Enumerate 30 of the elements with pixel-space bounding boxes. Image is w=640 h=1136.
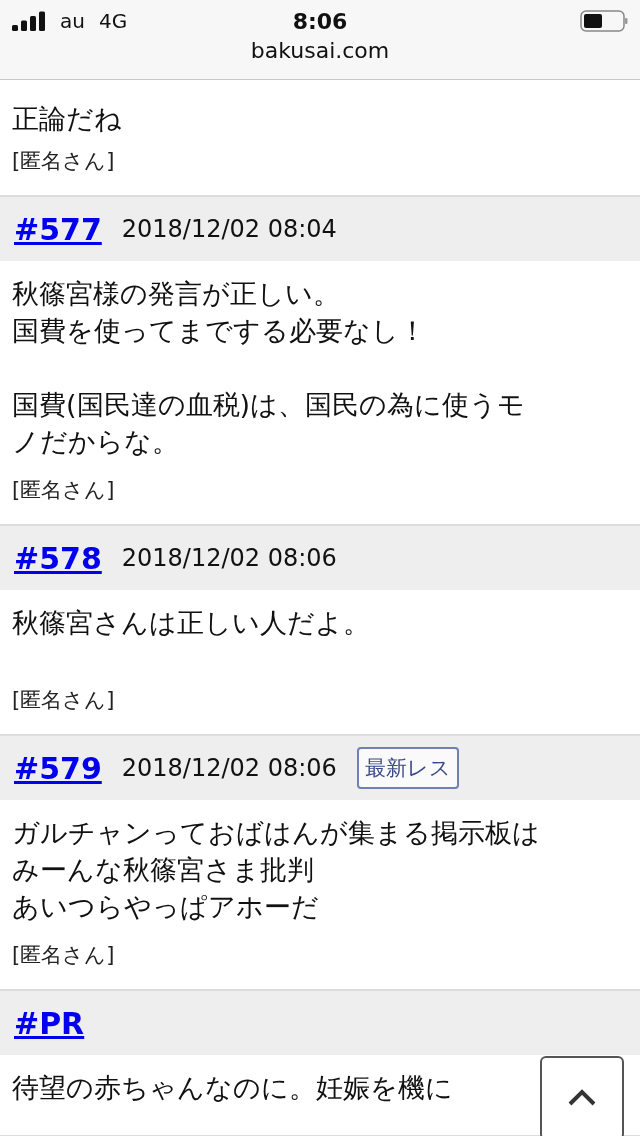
post-number-link[interactable]: #578 — [14, 540, 102, 576]
post-date: 2018/12/02 08:04 — [121, 215, 337, 243]
post-author: [匿名さん] — [11, 477, 116, 504]
post-date: 2018/12/02 08:06 — [121, 544, 337, 572]
chevron-up-icon — [567, 1089, 597, 1107]
post-text-line: 待望の赤ちゃんなのに。妊娠を機に — [12, 1071, 453, 1105]
page-url: bakusai.com — [249, 38, 391, 63]
post-text-line: ガルチャンっておばはんが集まる掲示板は — [12, 816, 540, 850]
latest-reply-badge: 最新レス — [356, 747, 459, 789]
battery-icon — [580, 10, 628, 32]
clock-time: 8:06 — [292, 8, 348, 34]
post-text-line: 秋篠宮さんは正しい人だよ。 — [12, 606, 370, 640]
post-number-link[interactable]: #579 — [14, 750, 102, 786]
post-text-line: 国費を使ってまでする必要なし！ — [12, 314, 426, 348]
carrier-name: au — [60, 9, 85, 33]
post-author: [匿名さん] — [11, 148, 116, 175]
post-date: 2018/12/02 08:06 — [121, 754, 337, 782]
signal-icon — [12, 11, 46, 31]
post-number-link[interactable]: #PR — [14, 1005, 85, 1041]
post-text-line: ノだからな。 — [12, 425, 179, 459]
post-author: [匿名さん] — [11, 942, 116, 969]
post-text-line: 国費(国民達の血税)は、国民の為に使うモ — [12, 388, 526, 422]
scroll-top-button[interactable] — [540, 1056, 624, 1136]
post-text-line: みーんな秋篠宮さま批判 — [12, 853, 314, 887]
network-type: 4G — [98, 9, 128, 33]
post-text-line: あいつらやっぱアホーだ — [12, 890, 319, 924]
post-text-line: 正論だね — [12, 102, 122, 136]
post-text-line: 秋篠宮様の発言が正しい。 — [12, 277, 340, 311]
post-number-link[interactable]: #577 — [14, 211, 102, 247]
post-author: [匿名さん] — [11, 687, 116, 714]
